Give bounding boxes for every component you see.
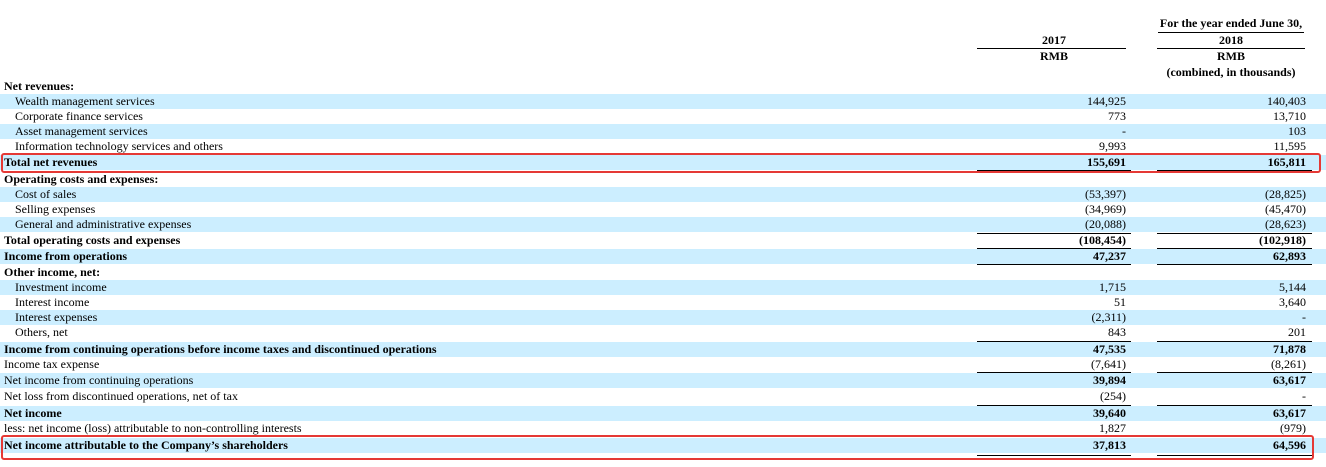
value-2017: (254): [1100, 389, 1126, 403]
row-label: Other income, net:: [4, 265, 101, 279]
row-label: Interest income: [15, 295, 90, 309]
column-header-2017: 2017: [1042, 33, 1066, 47]
value-2017: 144,925: [1087, 94, 1126, 108]
value-2017: 843: [1108, 325, 1126, 339]
row-label: Income tax expense: [4, 357, 100, 371]
value-2018: (45,470): [1265, 202, 1306, 216]
row-label: Net revenues:: [4, 79, 75, 93]
value-2017: (34,969): [1085, 202, 1126, 216]
row-label: Cost of sales: [15, 187, 77, 201]
value-2018: 3,640: [1279, 295, 1306, 309]
value-2018: 11,595: [1273, 139, 1306, 153]
row-label: Corporate finance services: [15, 109, 143, 123]
row-label: Asset management services: [15, 124, 148, 138]
value-2018: -: [1302, 310, 1306, 324]
value-2017: 1,827: [1099, 421, 1126, 435]
value-2017: (108,454): [1079, 233, 1126, 247]
value-2018: 13,710: [1273, 109, 1306, 123]
row-label: General and administrative expenses: [15, 217, 192, 231]
row-label: Net income: [4, 406, 62, 420]
table-row: Others, net 843 201: [0, 325, 1326, 340]
period-header: For the year ended June 30,: [1159, 16, 1303, 30]
value-2018: (28,825): [1265, 187, 1306, 201]
table-row: less: net income (loss) attributable to …: [0, 421, 1326, 436]
table-row: Interest expenses (2,311) -: [0, 310, 1326, 325]
value-2018: (28,623): [1265, 217, 1306, 231]
value-2018: (8,261): [1271, 357, 1306, 371]
value-2017: (53,397): [1085, 187, 1126, 201]
value-2018: 62,893: [1273, 249, 1306, 263]
value-2017: 773: [1108, 109, 1126, 123]
currency-2018: RMB: [1217, 49, 1245, 63]
row-label: Income from continuing operations before…: [4, 342, 437, 356]
unit-note: (combined, in thousands): [1166, 65, 1296, 79]
value-2018: 5,144: [1279, 280, 1306, 294]
net-income-continuing-row: Net income from continuing operations 39…: [0, 373, 1326, 388]
value-2017: (20,088): [1085, 217, 1126, 231]
value-2017: (7,641): [1091, 357, 1126, 371]
row-label: Net income from continuing operations: [4, 373, 194, 387]
value-2018: 140,403: [1267, 94, 1306, 108]
column-header-2018: 2018: [1219, 33, 1243, 47]
table-row: Asset management services - 103: [0, 124, 1326, 139]
value-2017: -: [1122, 124, 1126, 138]
value-2018: 71,878: [1273, 342, 1306, 356]
total-operating-costs-row: Total operating costs and expenses (108,…: [0, 233, 1326, 248]
value-2017: 39,640: [1093, 406, 1126, 420]
table-row: Investment income 1,715 5,144: [0, 280, 1326, 295]
value-2018: 103: [1288, 124, 1306, 138]
highlight-box-net-income-attributable: [1, 435, 1314, 460]
value-2018: 63,617: [1273, 406, 1306, 420]
currency-2017: RMB: [1040, 49, 1068, 63]
row-label: Total operating costs and expenses: [4, 233, 181, 247]
table-row: General and administrative expenses (20,…: [0, 217, 1326, 232]
section-other-income: Other income, net:: [0, 265, 1326, 280]
value-2017: 51: [1114, 295, 1126, 309]
income-before-taxes-row: Income from continuing operations before…: [0, 342, 1326, 357]
row-label: Net loss from discontinued operations, n…: [4, 389, 238, 403]
row-label: Information technology services and othe…: [15, 139, 223, 153]
value-2018: (979): [1280, 421, 1306, 435]
table-row: Interest income 51 3,640: [0, 295, 1326, 310]
value-2018: 201: [1288, 325, 1306, 339]
table-row: Cost of sales (53,397) (28,825): [0, 187, 1326, 202]
row-label: Investment income: [15, 280, 107, 294]
table-row: Wealth management services 144,925 140,4…: [0, 94, 1326, 109]
value-2017: 47,237: [1093, 249, 1126, 263]
table-row: Net loss from discontinued operations, n…: [0, 389, 1326, 404]
highlight-box-total-net-revenues: [1, 153, 1321, 173]
table-row: Income tax expense (7,641) (8,261): [0, 357, 1326, 372]
table-row: Selling expenses (34,969) (45,470): [0, 202, 1326, 217]
value-2017: 47,535: [1093, 342, 1126, 356]
value-2018: -: [1302, 389, 1306, 403]
value-2017: (2,311): [1091, 310, 1126, 324]
value-2017: 39,894: [1093, 373, 1126, 387]
value-2018: (102,918): [1259, 233, 1306, 247]
row-label: less: net income (loss) attributable to …: [4, 421, 302, 435]
row-label: Wealth management services: [15, 94, 155, 108]
value-2018: 63,617: [1273, 373, 1306, 387]
table-row: Corporate finance services 773 13,710: [0, 109, 1326, 124]
value-2017: 1,715: [1099, 280, 1126, 294]
net-income-row: Net income 39,640 63,617: [0, 406, 1326, 421]
row-label: Income from operations: [4, 249, 128, 263]
section-net-revenues: Net revenues:: [0, 79, 1326, 94]
table-row: Information technology services and othe…: [0, 139, 1326, 154]
section-operating-costs: Operating costs and expenses:: [0, 172, 1326, 187]
row-label: Selling expenses: [15, 202, 96, 216]
income-from-operations-row: Income from operations 47,237 62,893: [0, 249, 1326, 264]
row-label: Others, net: [15, 325, 68, 339]
row-label: Interest expenses: [15, 310, 98, 324]
value-2017: 9,993: [1099, 139, 1126, 153]
row-label: Operating costs and expenses:: [4, 172, 159, 186]
